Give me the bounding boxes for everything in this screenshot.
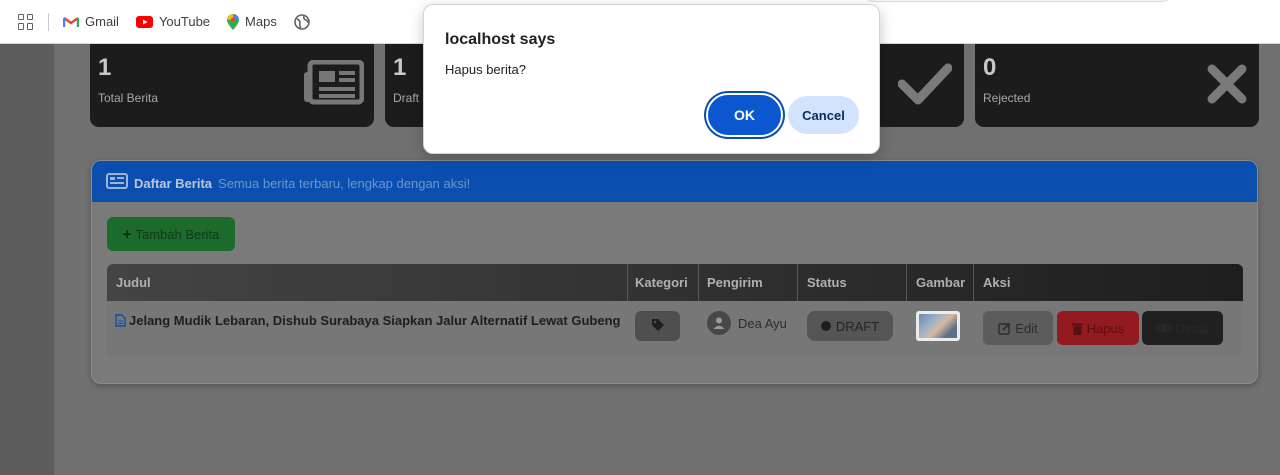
news-list-card: Daftar Berita Semua berita terbaru, leng… bbox=[91, 160, 1258, 384]
col-status: Status bbox=[807, 275, 847, 290]
col-gambar: Gambar bbox=[916, 275, 966, 290]
news-thumbnail[interactable] bbox=[916, 311, 960, 341]
address-bar-edge[interactable] bbox=[860, 0, 1176, 2]
stat-card-total: 1 Total Berita bbox=[90, 44, 374, 127]
detail-label: Detail bbox=[1174, 320, 1209, 336]
edit-label: Edit bbox=[1015, 320, 1038, 336]
col-kategori: Kategori bbox=[635, 275, 688, 290]
ok-button[interactable]: OK bbox=[706, 93, 783, 137]
bookmark-maps[interactable]: Maps bbox=[227, 13, 277, 30]
news-title-cell[interactable]: Jelang Mudik Lebaran, Dishub Surabaya Si… bbox=[115, 313, 620, 328]
maps-icon bbox=[227, 13, 240, 30]
globe-icon bbox=[294, 13, 310, 30]
news-title: Jelang Mudik Lebaran, Dishub Surabaya Si… bbox=[129, 313, 621, 328]
col-aksi: Aksi bbox=[983, 275, 1011, 290]
stat-value: 0 bbox=[983, 54, 997, 81]
dialog-title: localhost says bbox=[445, 31, 556, 48]
bookmarks-separator bbox=[48, 12, 49, 31]
sender-name: Dea Ayu bbox=[738, 315, 787, 331]
bookmark-gmail[interactable]: Gmail bbox=[63, 14, 119, 29]
confirm-dialog: localhost says Hapus berita? OK Cancel bbox=[423, 4, 880, 154]
add-news-button[interactable]: + Tambah Berita bbox=[107, 217, 235, 251]
tag-icon bbox=[651, 318, 665, 335]
column-divider bbox=[906, 264, 907, 301]
col-pengirim: Pengirim bbox=[707, 275, 763, 290]
bookmark-youtube[interactable]: YouTube bbox=[135, 14, 211, 29]
card-header: Daftar Berita Semua berita terbaru, leng… bbox=[92, 161, 1257, 202]
user-avatar-icon bbox=[707, 311, 731, 335]
table-row: Jelang Mudik Lebaran, Dishub Surabaya Si… bbox=[107, 301, 1243, 356]
column-divider bbox=[698, 264, 699, 301]
document-icon bbox=[115, 314, 126, 327]
thumbnail-image bbox=[919, 314, 957, 338]
edit-icon bbox=[998, 322, 1011, 335]
status-dot-icon bbox=[820, 321, 831, 331]
stat-card-rejected: 0 Rejected bbox=[975, 44, 1259, 127]
plus-icon: + bbox=[122, 225, 132, 243]
stat-label: Draft bbox=[393, 91, 420, 105]
edit-button[interactable]: Edit bbox=[983, 311, 1053, 345]
bookmark-label: Gmail bbox=[85, 14, 119, 29]
bookmark-label: Maps bbox=[245, 14, 277, 29]
column-divider bbox=[797, 264, 798, 301]
table-header: Judul Kategori Pengirim Status Gambar Ak… bbox=[107, 264, 1243, 301]
x-icon bbox=[1207, 64, 1247, 109]
bookmark-label: YouTube bbox=[158, 14, 211, 29]
youtube-icon bbox=[135, 15, 153, 28]
list-icon bbox=[106, 172, 128, 194]
column-divider bbox=[973, 264, 974, 301]
apps-grid-icon[interactable] bbox=[18, 13, 34, 30]
category-badge bbox=[635, 311, 680, 341]
dialog-message: Hapus berita? bbox=[445, 62, 526, 77]
eye-icon bbox=[1156, 323, 1171, 333]
status-badge: DRAFT bbox=[807, 311, 893, 341]
sender-cell: Dea Ayu bbox=[707, 311, 787, 335]
gmail-icon bbox=[63, 16, 79, 28]
news-table: Judul Kategori Pengirim Status Gambar Ak… bbox=[107, 264, 1243, 356]
check-icon bbox=[897, 62, 953, 111]
stat-value: 1 bbox=[98, 54, 112, 81]
stat-label: Total Berita bbox=[98, 91, 159, 105]
stat-label: Rejected bbox=[983, 91, 1031, 105]
add-news-label: Tambah Berita bbox=[135, 226, 220, 242]
column-divider bbox=[627, 264, 628, 301]
detail-button[interactable]: Detail bbox=[1142, 311, 1223, 345]
stat-value: 1 bbox=[393, 54, 407, 81]
newspaper-icon bbox=[302, 59, 365, 111]
sidebar bbox=[0, 44, 54, 475]
delete-button[interactable]: Hapus bbox=[1057, 311, 1139, 345]
delete-label: Hapus bbox=[1086, 320, 1125, 336]
cancel-button[interactable]: Cancel bbox=[788, 96, 859, 134]
card-subtitle: Semua berita terbaru, lengkap dengan aks… bbox=[218, 175, 471, 191]
trash-icon bbox=[1071, 322, 1083, 335]
card-title: Daftar Berita bbox=[134, 175, 213, 191]
status-label: DRAFT bbox=[835, 318, 880, 334]
col-judul: Judul bbox=[116, 275, 151, 290]
bookmark-globe[interactable] bbox=[294, 13, 316, 30]
